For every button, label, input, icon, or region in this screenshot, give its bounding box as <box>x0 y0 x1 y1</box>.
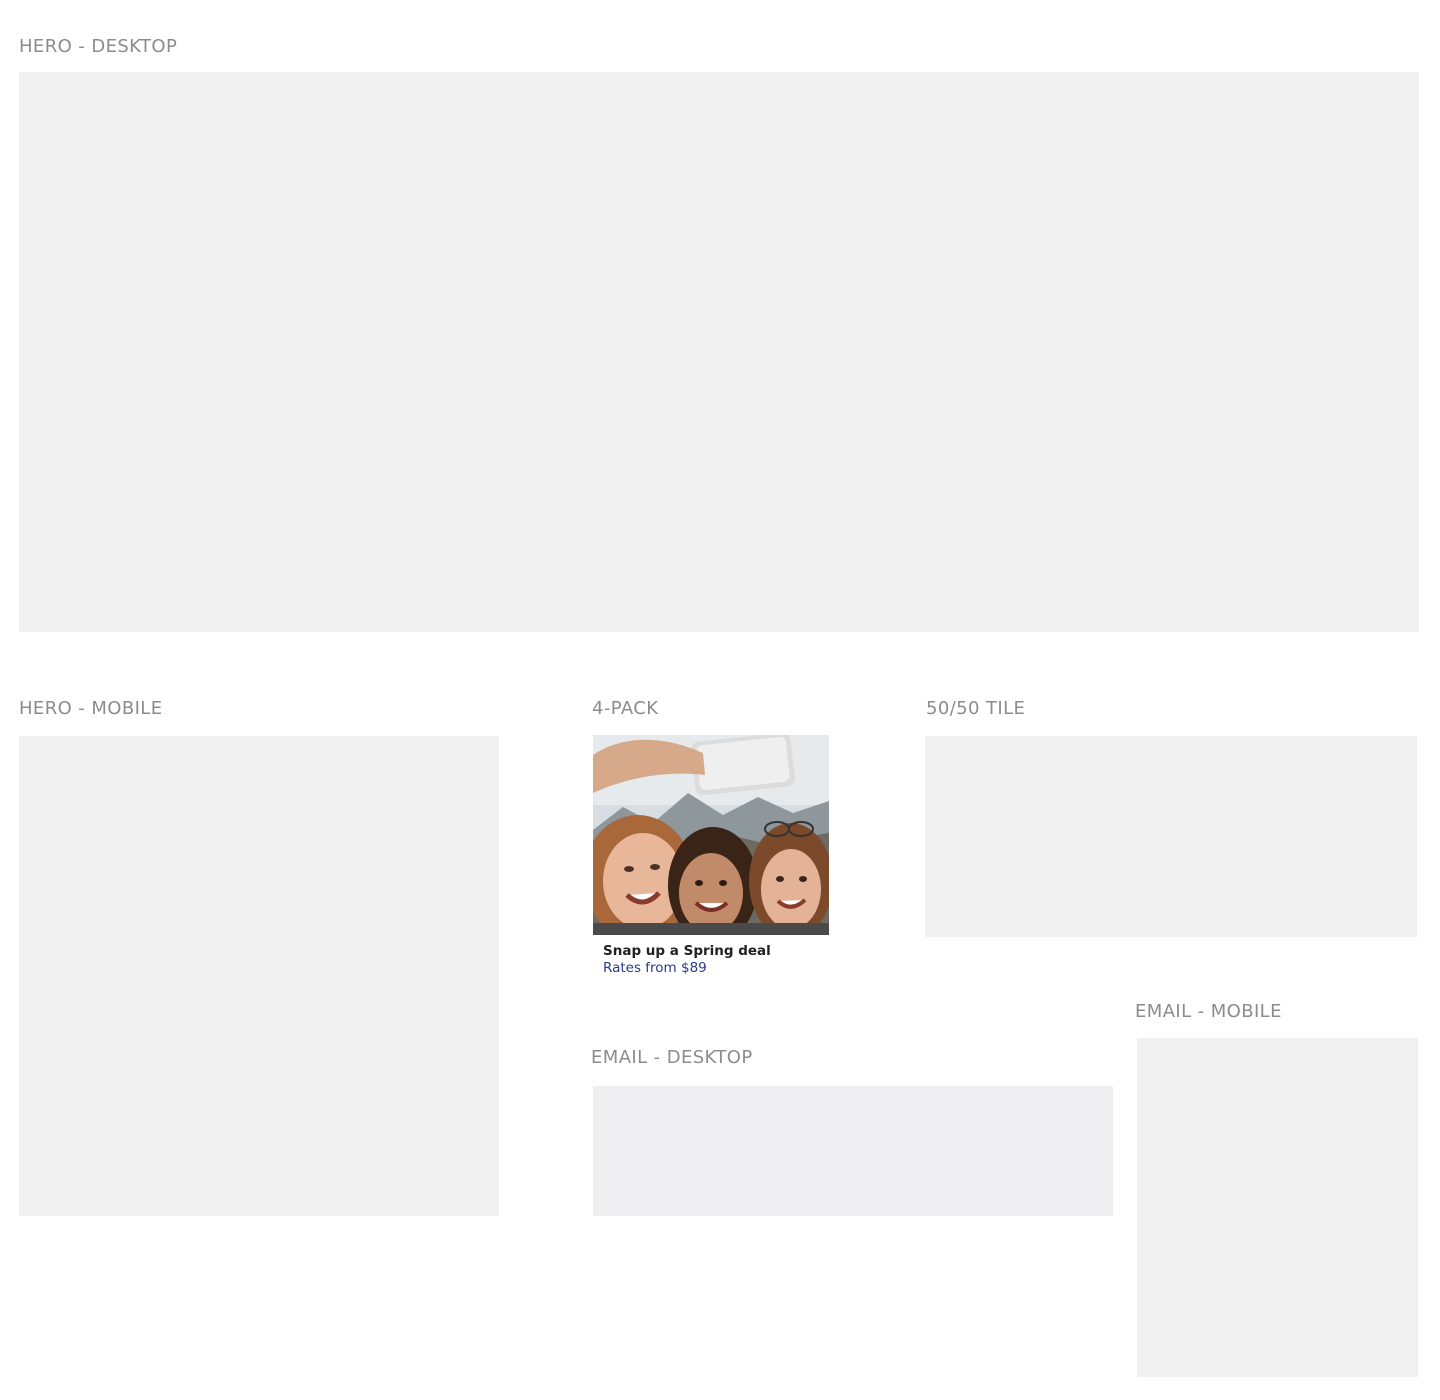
email-mobile-label: EMAIL - MOBILE <box>1135 1001 1282 1022</box>
fifty-fifty-placeholder <box>925 736 1417 937</box>
four-pack-card[interactable]: Snap up a Spring deal Rates from $89 <box>593 735 829 980</box>
card-rates-link[interactable]: Rates from $89 <box>603 960 707 976</box>
email-mobile-placeholder <box>1137 1038 1418 1377</box>
email-desktop-label: EMAIL - DESKTOP <box>591 1047 753 1068</box>
hero-desktop-label: HERO - DESKTOP <box>19 36 178 57</box>
hero-desktop-placeholder <box>19 72 1419 632</box>
hero-mobile-label: HERO - MOBILE <box>19 698 163 719</box>
card-title: Snap up a Spring deal <box>603 943 771 959</box>
selfie-photo <box>593 735 829 935</box>
four-pack-label: 4-PACK <box>592 698 659 719</box>
fifty-fifty-label: 50/50 TILE <box>926 698 1026 719</box>
hero-mobile-placeholder <box>19 736 499 1216</box>
email-desktop-placeholder <box>593 1086 1113 1216</box>
